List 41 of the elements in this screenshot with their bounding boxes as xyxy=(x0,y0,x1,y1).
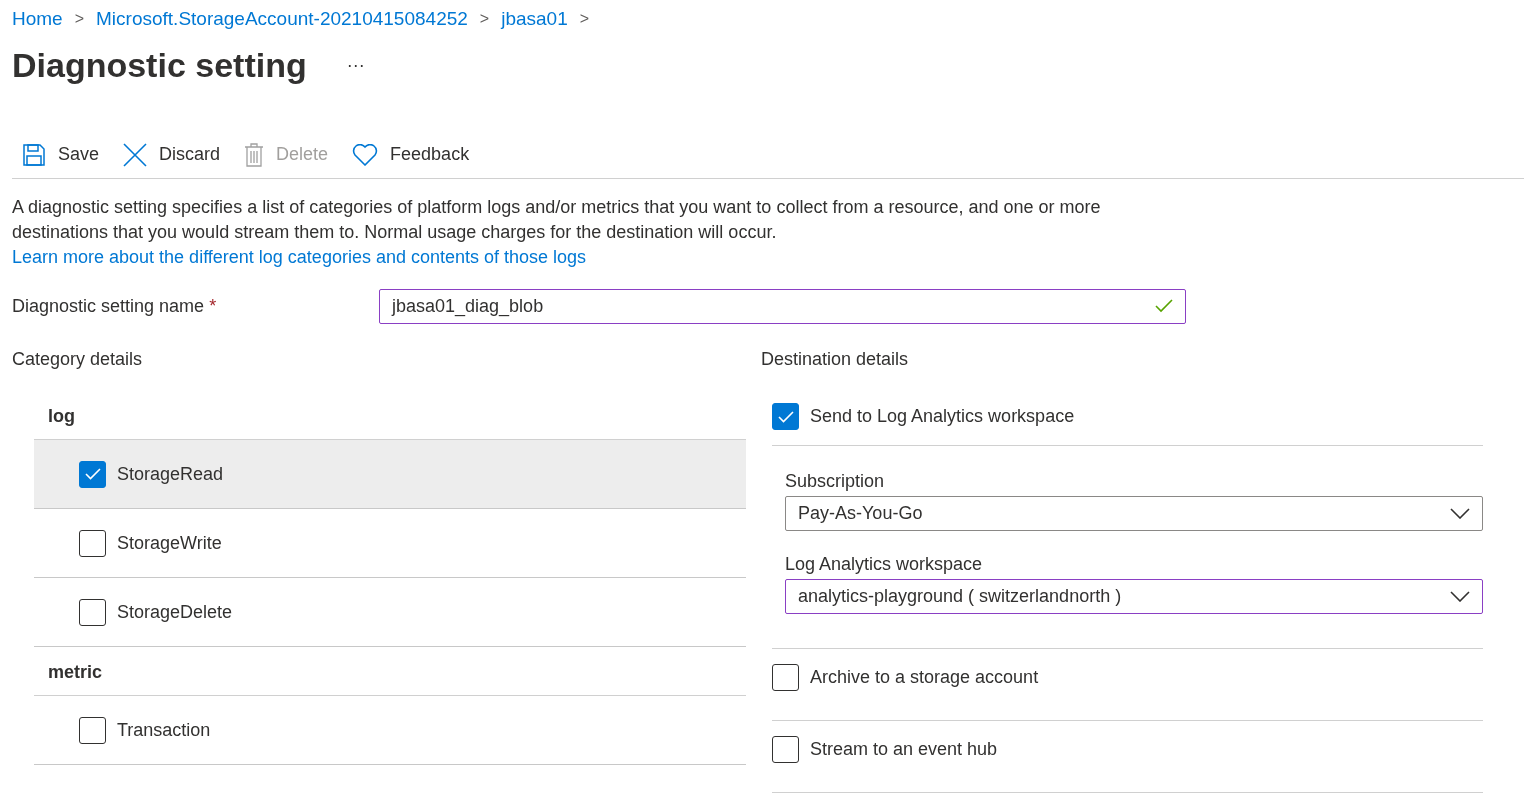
description-paragraph: A diagnostic setting specifies a list of categories of platform logs and/or metrics that you want to collect from a resource, and one or more destinations that you would stream them to. Normal usage charges for the destination will occur. Learn more about the different log categories and contents of those logs xyxy=(0,195,1190,270)
breadcrumb-separator: > xyxy=(74,9,85,29)
option-label: Send to Log Analytics workspace xyxy=(810,405,1075,428)
checkbox[interactable] xyxy=(772,664,799,691)
breadcrumb-separator: > xyxy=(579,9,590,29)
close-icon xyxy=(123,142,148,167)
section-heading: Destination details xyxy=(760,348,910,371)
dropdown[interactable]: analytics-playground ( switzerlandnorth ) xyxy=(785,579,1483,614)
option-label: Stream to an event hub xyxy=(810,738,998,761)
option-label: Archive to a storage account xyxy=(810,666,1039,689)
dropdown[interactable]: Pay-As-You-Go xyxy=(785,496,1483,531)
section-heading: Category details xyxy=(12,348,144,371)
checkbox[interactable] xyxy=(79,598,106,626)
category-row[interactable]: StorageRead xyxy=(34,440,746,509)
heart-icon xyxy=(352,143,379,166)
checkbox[interactable] xyxy=(772,403,799,430)
more-button[interactable]: ··· xyxy=(342,51,369,79)
save-icon xyxy=(22,142,46,167)
setting-name-field[interactable]: jbasa01_diag_blob xyxy=(379,288,1186,324)
checkbox[interactable] xyxy=(772,736,799,763)
breadcrumb-link[interactable]: jbasa01 xyxy=(501,4,568,34)
check-icon xyxy=(777,410,794,423)
field-label: Subscription xyxy=(785,470,886,493)
trash-icon xyxy=(244,142,265,167)
check-icon xyxy=(1155,299,1173,313)
breadcrumb-link[interactable]: Home xyxy=(12,4,63,34)
page-title: Diagnostic setting xyxy=(12,44,307,86)
check-icon xyxy=(84,468,101,480)
field-label: Log Analytics workspace xyxy=(785,553,984,576)
chevron-down-icon xyxy=(1450,591,1470,602)
learn-more-link[interactable]: Learn more about the different log categories and contents of those logs xyxy=(12,245,587,270)
checkbox[interactable] xyxy=(79,529,106,557)
field-label: Diagnostic setting name * xyxy=(12,294,218,318)
toolbar-button[interactable]: Discard xyxy=(123,136,221,173)
breadcrumb-separator: > xyxy=(479,9,490,29)
toolbar-button[interactable]: Feedback xyxy=(352,136,470,173)
checkbox[interactable] xyxy=(79,460,106,488)
toolbar-button[interactable]: Save xyxy=(22,136,100,173)
breadcrumb-link[interactable]: Microsoft.StorageAccount-20210415084252 xyxy=(96,4,468,34)
checkbox[interactable] xyxy=(79,716,106,744)
chevron-down-icon xyxy=(1450,508,1470,519)
